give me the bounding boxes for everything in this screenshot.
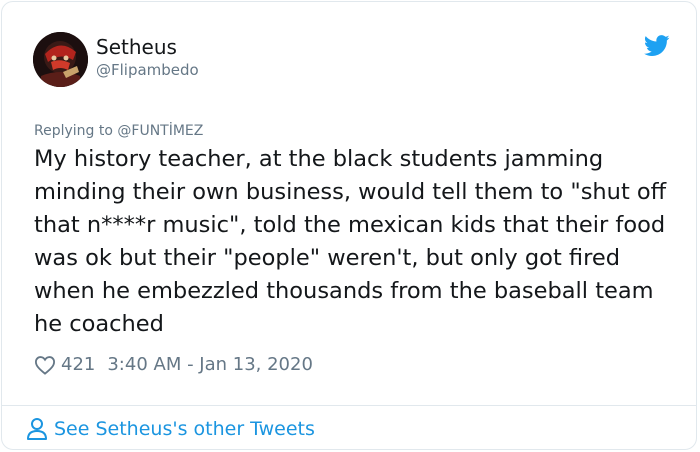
twitter-bird-icon[interactable]: [644, 35, 670, 57]
tweet-timestamp[interactable]: 3:40 AM - Jan 13, 2020: [107, 353, 313, 377]
see-other-tweets-link[interactable]: See Setheus's other Tweets: [26, 416, 315, 442]
tweet-header: Setheus @Flipambedo: [33, 32, 673, 92]
replying-to-label: Replying to: [34, 123, 113, 139]
reply-mention-link[interactable]: @FUNTİMEZ: [117, 123, 203, 139]
tweet-meta: 421 3:40 AM - Jan 13, 2020: [34, 353, 313, 377]
tweet-card: Setheus @Flipambedo Replying to @FUNTİME…: [1, 1, 697, 450]
like-count[interactable]: 421: [61, 353, 95, 377]
person-icon: [27, 418, 47, 440]
avatar[interactable]: [33, 32, 88, 87]
replying-to: Replying to @FUNTİMEZ: [34, 121, 203, 141]
author-display-name[interactable]: Setheus: [96, 34, 177, 60]
tweet-text: My history teacher, at the black student…: [34, 146, 667, 337]
author-handle[interactable]: @Flipambedo: [96, 60, 199, 80]
avatar-image: [33, 32, 88, 87]
heart-icon[interactable]: [34, 355, 56, 375]
footer-divider: [2, 405, 696, 406]
see-other-tweets-label[interactable]: See Setheus's other Tweets: [54, 416, 315, 442]
